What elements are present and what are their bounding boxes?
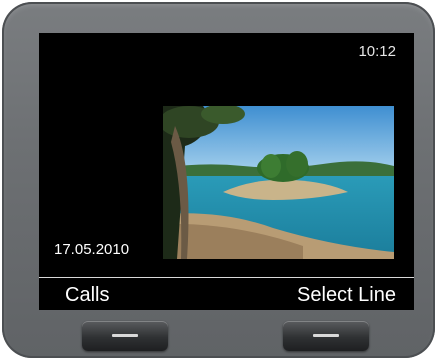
dash-icon	[313, 334, 339, 337]
clock-time: 10:12	[358, 43, 396, 60]
date-display: 17.05.2010	[54, 241, 130, 258]
softkey-select-line[interactable]: Select Line	[297, 283, 396, 307]
softkey-calls[interactable]: Calls	[65, 283, 109, 307]
phone-device: 10:12 17.05.2010 Calls Select Line	[2, 2, 435, 358]
right-display-key[interactable]	[283, 321, 369, 351]
lake-landscape-image	[163, 106, 394, 259]
softkey-divider	[39, 277, 414, 278]
left-display-key[interactable]	[82, 321, 168, 351]
dash-icon	[112, 334, 138, 337]
display-screen: 10:12 17.05.2010 Calls Select Line	[39, 33, 414, 310]
wallpaper-photo	[163, 106, 394, 259]
